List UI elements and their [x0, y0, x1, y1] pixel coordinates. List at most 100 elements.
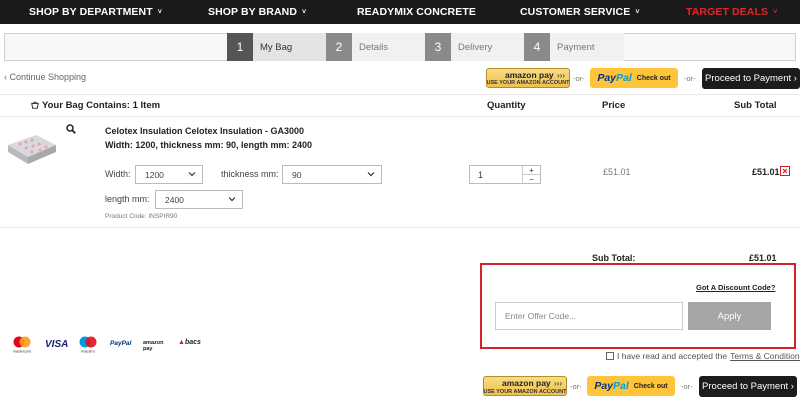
mastercard-icon: mastercard	[13, 336, 31, 354]
line-subtotal: £51.01	[752, 167, 780, 177]
product-title[interactable]: Celotex Insulation Celotex Insulation - …	[105, 124, 312, 152]
nav-label: CUSTOMER SERVICE	[520, 6, 631, 18]
row-divider	[0, 227, 800, 228]
step-label: Details	[352, 33, 426, 61]
discount-code-link[interactable]: Got A Discount Code?	[696, 283, 775, 292]
col-quantity: Quantity	[487, 100, 526, 111]
bacs-icon: ▲bacs	[178, 339, 201, 346]
thickness-value: 90	[292, 169, 302, 180]
nav-label: SHOP BY DEPARTMENT	[29, 6, 153, 18]
unit-price: £51.01	[603, 167, 631, 177]
thickness-label: thickness mm:	[221, 169, 279, 179]
apply-button[interactable]: Apply	[688, 302, 771, 330]
length-select[interactable]: 2400	[155, 190, 243, 209]
maestro-icon: maestro	[79, 336, 97, 354]
length-value: 2400	[165, 194, 184, 205]
nav-readymix-concrete[interactable]: READYMIX CONCRETE	[357, 6, 476, 18]
quantity-increase-button[interactable]: +	[522, 166, 540, 175]
amazon-pay-label: amazon pay	[505, 70, 554, 80]
width-value: 1200	[145, 169, 164, 180]
paypal-checkout-button[interactable]: PayPal Check out	[590, 68, 678, 88]
summary-subtotal-label: Sub Total:	[592, 253, 636, 263]
remove-item-icon[interactable]	[780, 166, 790, 176]
nav-label: SHOP BY BRAND	[208, 6, 298, 18]
summary-subtotal-value: £51.01	[749, 253, 777, 263]
product-image[interactable]	[6, 131, 58, 167]
or-separator: -or-	[573, 74, 585, 83]
top-navigation: SHOP BY DEPARTMENT ˅ SHOP BY BRAND ˅ READY…	[0, 0, 800, 24]
bag-table-header: Your Bag Contains: 1 Item Quantity Price…	[0, 94, 800, 117]
or-separator: -or-	[681, 382, 693, 391]
terms-row: I have read and accepted the Terms & Con…	[606, 351, 800, 361]
paypal-checkout-button-bottom[interactable]: PayPal Check out	[587, 376, 675, 396]
product-name: Celotex Insulation Celotex Insulation - …	[105, 126, 305, 136]
product-variant: Width: 1200, thickness mm: 90, length mm…	[105, 140, 312, 150]
paypal-logo: PayPal	[597, 72, 631, 84]
zoom-icon[interactable]	[66, 124, 76, 134]
step-payment[interactable]: 4 Payment	[524, 33, 624, 61]
bag-title: Your Bag Contains: 1 Item	[31, 100, 160, 111]
product-code: Product Code: INSPIR90	[105, 213, 178, 220]
checkout-steps: 1 My Bag 2 Details 3 Delivery 4 Payment	[4, 33, 796, 61]
terms-text: I have read and accepted the	[617, 351, 728, 361]
amazon-pay-caption: USE YOUR AMAZON ACCOUNT	[486, 80, 570, 86]
maestro-label: maestro	[81, 350, 95, 354]
bacs-label: bacs	[184, 339, 201, 346]
shopping-bag-icon	[31, 101, 39, 109]
nav-shop-by-brand[interactable]: SHOP BY BRAND ˅	[208, 6, 306, 18]
amazon-arrows-icon: ›››	[554, 379, 562, 388]
quantity-stepper: 1 + −	[469, 165, 541, 184]
step-my-bag[interactable]: 1 My Bag	[227, 33, 327, 61]
step-number: 2	[326, 33, 352, 61]
or-separator: -or-	[684, 74, 696, 83]
nav-label: TARGET DEALS	[686, 6, 769, 18]
chevron-down-icon	[367, 172, 375, 177]
paypal-icon: PayPal	[110, 340, 132, 347]
paypal-logo: PayPal	[594, 380, 628, 392]
paypal-checkout-label: Check out	[636, 74, 671, 82]
col-subtotal: Sub Total	[734, 100, 777, 111]
step-label: Payment	[550, 33, 624, 61]
terms-checkbox[interactable]	[606, 352, 614, 360]
or-separator: -or-	[570, 382, 582, 391]
nav-target-deals[interactable]: TARGET DEALS ˅	[686, 6, 777, 18]
visa-icon: VISA	[45, 339, 69, 350]
nav-label: READYMIX CONCRETE	[357, 6, 476, 18]
width-select[interactable]: 1200	[135, 165, 203, 184]
paypal-checkout-label: Check out	[633, 382, 668, 390]
step-number: 3	[425, 33, 451, 61]
step-number: 1	[227, 33, 253, 61]
chevron-down-icon: ˅	[773, 9, 778, 16]
step-label: My Bag	[253, 33, 327, 61]
paypal-label-b: Pal	[616, 72, 632, 84]
terms-link[interactable]: Terms & Conditions	[730, 351, 800, 361]
step-label: Delivery	[451, 33, 525, 61]
width-label: Width:	[105, 169, 131, 179]
thickness-select[interactable]: 90	[282, 165, 382, 184]
continue-shopping-link[interactable]: ‹ Continue Shopping	[4, 72, 86, 82]
chevron-down-icon	[228, 197, 236, 202]
step-details[interactable]: 2 Details	[326, 33, 426, 61]
quantity-decrease-button[interactable]: −	[522, 175, 540, 184]
col-price: Price	[602, 100, 626, 111]
chevron-down-icon: ˅	[157, 9, 162, 16]
amazon-arrows-icon: ›››	[557, 71, 565, 80]
amazon-pay-caption: USE YOUR AMAZON ACCOUNT	[483, 389, 567, 395]
quantity-input[interactable]: 1	[478, 170, 483, 180]
bag-title-text: Your Bag Contains: 1 Item	[42, 100, 161, 111]
step-delivery[interactable]: 3 Delivery	[425, 33, 525, 61]
paypal-label-b: Pal	[613, 380, 629, 392]
proceed-to-payment-button[interactable]: Proceed to Payment ›	[702, 68, 800, 89]
nav-customer-service[interactable]: CUSTOMER SERVICE ˅	[520, 6, 640, 18]
nav-shop-by-department[interactable]: SHOP BY DEPARTMENT ˅	[29, 6, 162, 18]
paypal-label-a: Pay	[597, 72, 617, 84]
amazon-pay-label: amazon pay	[502, 378, 551, 388]
proceed-to-payment-button-bottom[interactable]: Proceed to Payment ›	[699, 376, 797, 397]
mastercard-label: mastercard	[13, 350, 31, 354]
chevron-down-icon	[188, 172, 196, 177]
chevron-down-icon: ˅	[635, 9, 640, 16]
paypal-label-a: Pay	[594, 380, 614, 392]
amazon-pay-icon: amazon pay	[143, 340, 164, 352]
length-label: length mm:	[105, 194, 150, 204]
offer-code-input[interactable]	[495, 302, 683, 330]
